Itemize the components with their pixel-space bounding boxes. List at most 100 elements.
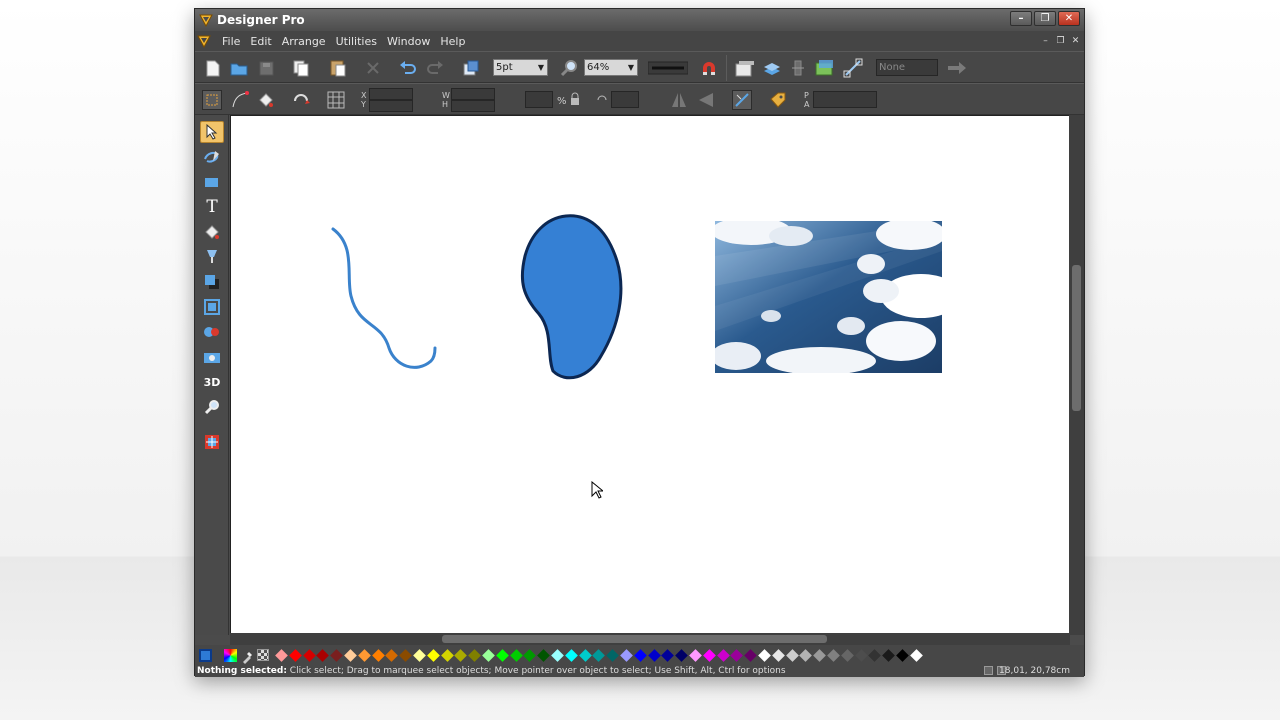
- x-position-field[interactable]: [369, 88, 413, 100]
- palette-swatch[interactable]: [840, 649, 854, 662]
- page-options-icon[interactable]: [735, 58, 755, 78]
- menu-utilities[interactable]: Utilities: [331, 35, 382, 48]
- palette-swatch[interactable]: [468, 649, 482, 662]
- y-position-field[interactable]: [369, 100, 413, 112]
- no-color-swatch[interactable]: [257, 649, 269, 661]
- vertical-scrollbar[interactable]: [1069, 115, 1084, 635]
- palette-swatch[interactable]: [896, 649, 909, 662]
- palette-swatch[interactable]: [509, 649, 523, 662]
- line-width-dropdown[interactable]: 5pt ▼: [493, 59, 548, 76]
- zoom-icon[interactable]: [559, 58, 579, 78]
- menu-window[interactable]: Window: [382, 35, 435, 48]
- palette-swatch[interactable]: [744, 649, 758, 662]
- palette-swatch[interactable]: [620, 649, 633, 662]
- zoom-dropdown[interactable]: 64% ▼: [584, 59, 638, 76]
- flip-vertical-icon[interactable]: [696, 90, 716, 110]
- palette-swatch[interactable]: [344, 649, 357, 662]
- tag-icon[interactable]: [768, 90, 788, 110]
- title-bar[interactable]: Designer Pro – ❐ ✕: [195, 9, 1084, 31]
- palette-swatch[interactable]: [523, 649, 537, 662]
- palette-swatch[interactable]: [302, 649, 316, 662]
- palette-swatch[interactable]: [633, 649, 647, 662]
- palette-swatch[interactable]: [316, 649, 330, 662]
- palette-swatch[interactable]: [785, 649, 799, 662]
- contour-tool[interactable]: [200, 296, 224, 318]
- redo-icon[interactable]: [425, 58, 445, 78]
- palette-swatch[interactable]: [537, 649, 551, 662]
- text-tool[interactable]: T: [200, 196, 224, 218]
- palette-swatch[interactable]: [854, 649, 868, 662]
- transparency-tool[interactable]: [200, 246, 224, 268]
- blue-blob-shape[interactable]: [520, 214, 623, 380]
- palette-swatch[interactable]: [882, 649, 896, 662]
- palette-swatch[interactable]: [827, 649, 840, 662]
- extrude-3d-tool[interactable]: 3D: [200, 371, 224, 393]
- palette-swatch[interactable]: [675, 649, 689, 662]
- zoom-tool[interactable]: [200, 396, 224, 418]
- restore-button[interactable]: ❐: [1034, 11, 1056, 26]
- close-button[interactable]: ✕: [1058, 11, 1080, 26]
- selector-tool[interactable]: [200, 121, 224, 143]
- palette-swatch[interactable]: [551, 649, 564, 662]
- menu-arrange[interactable]: Arrange: [277, 35, 331, 48]
- horizontal-scrollbar[interactable]: [230, 633, 1070, 645]
- palette-swatch[interactable]: [578, 649, 592, 662]
- scale-field[interactable]: [525, 91, 553, 108]
- undo-icon[interactable]: [398, 58, 418, 78]
- palette-swatch[interactable]: [647, 649, 661, 662]
- align-icon[interactable]: [788, 58, 808, 78]
- photo-tool[interactable]: [200, 346, 224, 368]
- palette-swatch[interactable]: [813, 649, 827, 662]
- palette-swatch[interactable]: [661, 649, 675, 662]
- bezier-handle-icon[interactable]: [230, 90, 250, 110]
- rotate-handle-icon[interactable]: [291, 90, 311, 110]
- current-color-swatch[interactable]: [199, 649, 212, 662]
- position-field[interactable]: [813, 91, 877, 108]
- snap-magnet-icon[interactable]: [699, 58, 719, 78]
- freehand-tool[interactable]: [200, 146, 224, 168]
- palette-swatch[interactable]: [564, 649, 578, 662]
- drawing-canvas[interactable]: [230, 115, 1070, 633]
- palette-swatch[interactable]: [606, 649, 620, 662]
- palette-swatch[interactable]: [330, 649, 344, 662]
- color-editor-icon[interactable]: [224, 649, 237, 662]
- line-style-icon[interactable]: [647, 58, 689, 78]
- doc-restore-button[interactable]: ❐: [1054, 34, 1067, 47]
- palette-swatch[interactable]: [482, 649, 495, 662]
- width-field[interactable]: [451, 88, 495, 100]
- palette-swatch[interactable]: [385, 649, 399, 662]
- transform-icon[interactable]: [843, 58, 863, 78]
- show-handles-icon[interactable]: [732, 90, 752, 110]
- rotation-icon[interactable]: [595, 90, 609, 110]
- palette-swatch[interactable]: [495, 649, 509, 662]
- selector-options-icon[interactable]: [202, 90, 222, 110]
- layers-icon[interactable]: [762, 58, 782, 78]
- palette-swatch[interactable]: [771, 649, 785, 662]
- zoom-to-fit-icon[interactable]: [461, 58, 481, 78]
- save-icon[interactable]: [256, 58, 276, 78]
- palette-swatch[interactable]: [689, 649, 702, 662]
- palette-swatch[interactable]: [730, 649, 744, 662]
- eyedropper-icon[interactable]: [241, 649, 253, 664]
- palette-swatch[interactable]: [702, 649, 716, 662]
- live-effects-tool[interactable]: [200, 431, 224, 453]
- rotation-field[interactable]: [611, 91, 639, 108]
- blend-tool[interactable]: [200, 321, 224, 343]
- palette-swatch[interactable]: [868, 649, 882, 662]
- palette-swatch[interactable]: [592, 649, 606, 662]
- snap-status-icon[interactable]: [984, 666, 993, 675]
- copy-icon[interactable]: [291, 58, 311, 78]
- palette-swatch[interactable]: [799, 649, 813, 662]
- apply-arrow-icon[interactable]: [947, 58, 967, 78]
- flip-horizontal-icon[interactable]: [669, 90, 689, 110]
- menu-edit[interactable]: Edit: [245, 35, 276, 48]
- height-field[interactable]: [451, 100, 495, 112]
- freehand-curve[interactable]: [331, 227, 437, 369]
- palette-swatch[interactable]: [440, 649, 454, 662]
- palette-swatch[interactable]: [357, 649, 371, 662]
- menu-help[interactable]: Help: [435, 35, 470, 48]
- minimize-button[interactable]: –: [1010, 11, 1032, 26]
- document-logo-icon[interactable]: [197, 34, 211, 48]
- bitmap-icon[interactable]: [815, 58, 835, 78]
- doc-minimize-button[interactable]: –: [1039, 34, 1052, 47]
